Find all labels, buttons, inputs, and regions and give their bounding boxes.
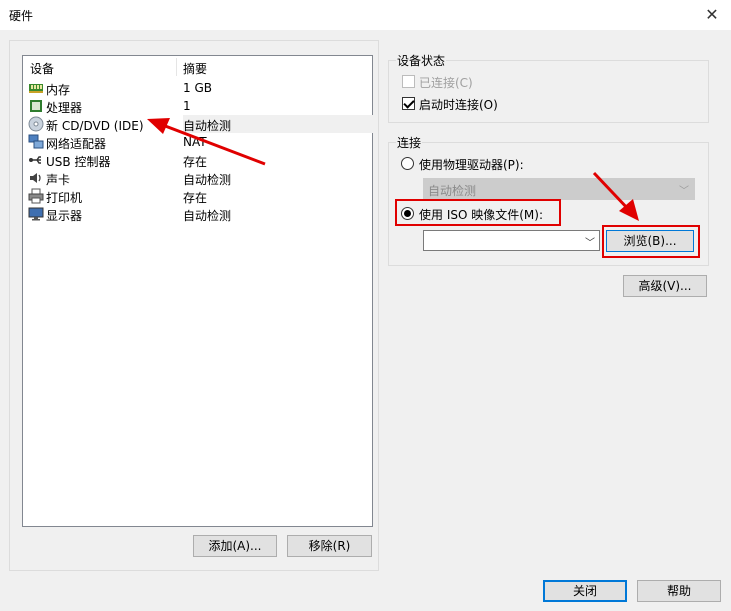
close-button[interactable]: 关闭: [543, 580, 627, 602]
connected-checkbox[interactable]: [402, 75, 415, 88]
title-bar: 硬件 ✕: [0, 0, 731, 30]
device-list[interactable]: 设备 摘要 内存 1 GB 处理器 1 新 CD/DVD (IDE) 自动检测: [22, 55, 373, 527]
chevron-down-icon[interactable]: ﹀: [585, 234, 595, 249]
device-summary: 存在: [183, 155, 208, 169]
connect-at-power-on-label: 启动时连接(O): [419, 98, 498, 112]
device-status-title: 设备状态: [396, 52, 447, 69]
remove-button[interactable]: 移除(R): [287, 535, 372, 557]
help-button[interactable]: 帮助: [637, 580, 721, 602]
device-summary: NAT: [183, 135, 207, 149]
sound-icon: [30, 173, 41, 183]
device-summary: 1 GB: [183, 81, 212, 95]
device-summary: 存在: [183, 191, 208, 205]
device-name: 显示器: [46, 209, 83, 223]
physical-drive-label: 使用物理驱动器(P):: [419, 158, 524, 172]
iso-path-combo[interactable]: ﹀: [423, 230, 600, 251]
device-name: 新 CD/DVD (IDE): [46, 119, 144, 133]
chevron-down-icon: ﹀: [679, 186, 689, 197]
connection-title: 连接: [396, 134, 423, 151]
device-summary: 自动检测: [183, 115, 373, 133]
device-status-group: [388, 60, 709, 123]
device-summary: 1: [183, 99, 191, 113]
device-row-usb[interactable]: USB 控制器 存在: [23, 151, 372, 169]
column-header-device[interactable]: 设备: [30, 60, 54, 77]
connect-at-power-on-checkbox[interactable]: [402, 97, 415, 110]
memory-icon: [29, 84, 43, 93]
device-name: 声卡: [46, 173, 71, 187]
device-summary: 自动检测: [183, 173, 232, 187]
physical-drive-radio[interactable]: [401, 157, 414, 170]
processor-icon: [30, 100, 42, 112]
header-divider[interactable]: [176, 58, 177, 76]
iso-highlight-box: [395, 199, 561, 226]
physical-drive-select[interactable]: 自动检测 ﹀: [423, 178, 695, 200]
usb-icon: [29, 156, 41, 164]
device-summary: 自动检测: [183, 209, 232, 223]
add-button[interactable]: 添加(A)...: [193, 535, 277, 557]
device-row-printer[interactable]: 打印机 存在: [23, 187, 372, 205]
device-name: 打印机: [46, 191, 83, 205]
display-icon: [28, 207, 44, 221]
device-name: 内存: [46, 83, 71, 97]
device-row-display[interactable]: 显示器 自动检测: [23, 205, 372, 223]
window-title: 硬件: [9, 9, 34, 23]
device-row-sound[interactable]: 声卡 自动检测: [23, 169, 372, 187]
device-row-processor[interactable]: 处理器 1: [23, 97, 372, 115]
connected-label: 已连接(C): [419, 76, 473, 90]
list-header: 设备 摘要: [23, 56, 372, 78]
device-row-network[interactable]: 网络适配器 NAT: [23, 133, 372, 151]
device-row-cd-dvd[interactable]: 新 CD/DVD (IDE) 自动检测: [23, 115, 373, 133]
network-adapter-icon: [28, 134, 44, 149]
device-name: 网络适配器: [46, 137, 107, 151]
advanced-button[interactable]: 高级(V)...: [623, 275, 707, 297]
physical-drive-value: 自动检测: [428, 184, 477, 198]
browse-highlight-box: [602, 225, 700, 258]
cd-dvd-icon: [28, 116, 44, 132]
device-row-memory[interactable]: 内存 1 GB: [23, 79, 372, 97]
device-name: USB 控制器: [46, 155, 111, 169]
device-name: 处理器: [46, 101, 83, 115]
column-header-summary[interactable]: 摘要: [183, 60, 207, 77]
close-icon[interactable]: ✕: [701, 4, 723, 26]
printer-icon: [28, 188, 44, 204]
